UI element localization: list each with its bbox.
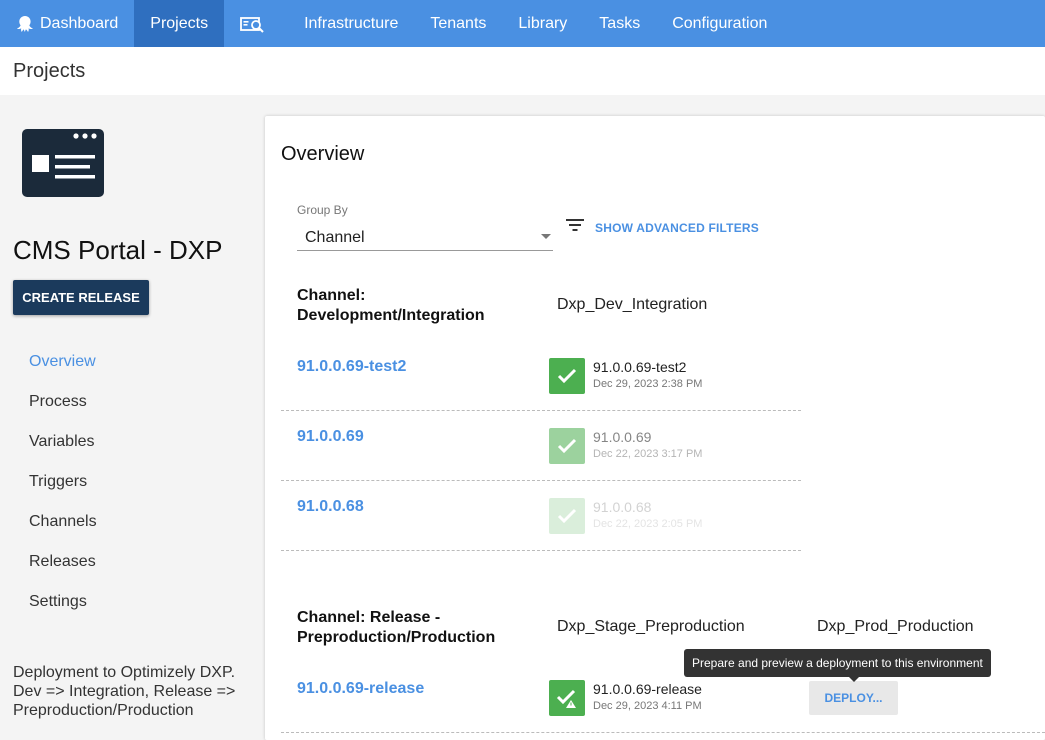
filter-icon <box>565 217 585 238</box>
overview-title: Overview <box>281 143 365 165</box>
row-divider <box>281 410 801 411</box>
deployment-date: Dec 29, 2023 2:38 PM <box>593 378 703 390</box>
create-release-button[interactable]: CREATE RELEASE <box>13 280 149 315</box>
release-link[interactable]: 91.0.0.68 <box>297 498 364 516</box>
success-check-icon <box>549 358 585 394</box>
environment-header: Dxp_Stage_Preproduction <box>557 618 745 635</box>
success-check-icon <box>549 498 585 534</box>
deployment-version: 91.0.0.69-test2 <box>593 359 687 375</box>
channel-title: Channel: Development/Integration <box>297 287 485 324</box>
sidebar-item-triggers[interactable]: Triggers <box>29 472 97 512</box>
nav-search-resources[interactable] <box>224 0 288 47</box>
release-link[interactable]: 91.0.0.69-test2 <box>297 358 406 376</box>
show-advanced-filters-button[interactable]: SHOW ADVANCED FILTERS <box>565 217 759 238</box>
environment-header: Dxp_Dev_Integration <box>557 296 708 313</box>
deployment-version: 91.0.0.69-release <box>593 681 702 697</box>
chevron-down-icon <box>541 234 551 239</box>
nav-library-label: Library <box>518 14 568 32</box>
deploy-button[interactable]: DEPLOY... <box>809 681 898 715</box>
row-divider <box>281 732 1045 733</box>
nav-infrastructure[interactable]: Infrastructure <box>288 0 414 47</box>
success-check-icon <box>549 428 585 464</box>
deployment-date: Dec 22, 2023 2:05 PM <box>593 518 703 530</box>
success-warning-icon <box>549 680 585 716</box>
row-divider <box>281 550 801 551</box>
release-link[interactable]: 91.0.0.69-release <box>297 680 424 698</box>
page-header: Projects <box>0 47 1045 95</box>
nav-configuration[interactable]: Configuration <box>656 0 783 47</box>
deploy-tooltip: Prepare and preview a deployment to this… <box>684 649 991 682</box>
project-name: CMS Portal - DXP <box>13 235 223 265</box>
nav-dashboard-label: Dashboard <box>40 14 119 32</box>
deployment-cell[interactable]: 91.0.0.69-test2 Dec 29, 2023 2:38 PM <box>549 358 702 394</box>
advanced-filters-label: SHOW ADVANCED FILTERS <box>595 220 759 235</box>
sidebar-item-channels[interactable]: Channels <box>29 512 97 552</box>
nav-tasks-label: Tasks <box>599 14 641 32</box>
nav-tenants[interactable]: Tenants <box>414 0 502 47</box>
deployment-version: 91.0.0.68 <box>593 499 652 515</box>
top-navigation: Dashboard Projects Infrastructure Tenant… <box>0 0 1045 47</box>
deployment-version: 91.0.0.69 <box>593 429 652 445</box>
deployment-cell[interactable]: 91.0.0.68 Dec 22, 2023 2:05 PM <box>549 498 702 534</box>
project-description: Deployment to Optimizely DXP. Dev => Int… <box>13 664 236 719</box>
nav-projects[interactable]: Projects <box>134 0 225 47</box>
sidebar-item-process[interactable]: Process <box>29 392 97 432</box>
environment-header: Dxp_Prod_Production <box>817 618 974 635</box>
project-nav: Overview Process Variables Triggers Chan… <box>29 352 97 632</box>
group-by-dropdown[interactable]: Channel <box>297 223 553 251</box>
project-logo-icon <box>22 129 104 197</box>
group-by-select[interactable]: Group By Channel <box>297 203 553 251</box>
overview-panel: Overview Group By Channel SHOW ADVANCED … <box>265 116 1045 740</box>
row-divider <box>281 480 801 481</box>
deployment-cell[interactable]: 91.0.0.69-release Dec 29, 2023 4:11 PM <box>549 680 702 716</box>
nav-projects-label: Projects <box>150 14 209 32</box>
octopus-icon <box>16 15 34 33</box>
sidebar-item-releases[interactable]: Releases <box>29 552 97 592</box>
project-sidebar: CMS Portal - DXP CREATE RELEASE Overview… <box>0 95 263 740</box>
nav-dashboard[interactable]: Dashboard <box>0 0 134 47</box>
nav-infrastructure-label: Infrastructure <box>304 14 399 32</box>
deployment-date: Dec 22, 2023 3:17 PM <box>593 448 703 460</box>
sidebar-item-overview[interactable]: Overview <box>29 352 97 392</box>
channel-title: Channel: Release - Preproduction/Product… <box>297 609 496 646</box>
search-resource-icon <box>240 15 266 33</box>
release-link[interactable]: 91.0.0.69 <box>297 428 364 446</box>
page-title: Projects <box>13 60 86 82</box>
nav-tasks[interactable]: Tasks <box>583 0 656 47</box>
nav-tenants-label: Tenants <box>430 14 487 32</box>
deployment-cell[interactable]: 91.0.0.69 Dec 22, 2023 3:17 PM <box>549 428 702 464</box>
group-by-value: Channel <box>305 229 365 246</box>
deployment-date: Dec 29, 2023 4:11 PM <box>593 700 702 712</box>
sidebar-item-variables[interactable]: Variables <box>29 432 97 472</box>
nav-configuration-label: Configuration <box>672 14 768 32</box>
nav-library[interactable]: Library <box>502 0 583 47</box>
group-by-label: Group By <box>297 203 348 217</box>
sidebar-item-settings[interactable]: Settings <box>29 592 97 632</box>
